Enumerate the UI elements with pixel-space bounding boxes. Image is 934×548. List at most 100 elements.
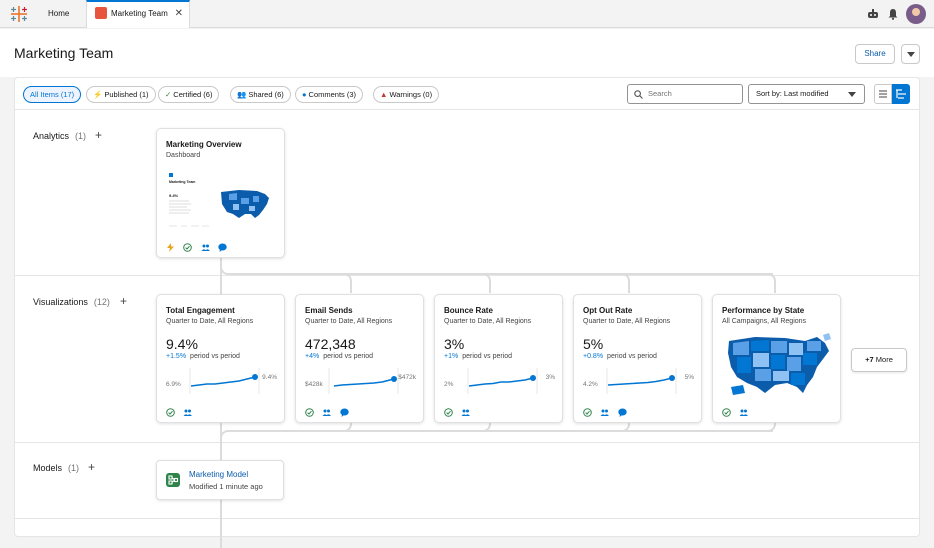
add-visualization-button[interactable]: + xyxy=(120,294,127,308)
kpi-delta: +1.5% period vs period xyxy=(166,353,240,360)
list-view-button[interactable] xyxy=(874,84,892,104)
model-card[interactable]: Marketing Model Modified 1 minute ago xyxy=(156,460,284,500)
section-title: Analytics xyxy=(33,131,70,141)
bolt-icon xyxy=(167,243,174,253)
lineage-connector xyxy=(228,430,773,432)
people-icon xyxy=(183,409,193,417)
kpi-card-total-engagement[interactable]: Total Engagement Quarter to Date, All Re… xyxy=(156,294,285,423)
thumbnail-logo-icon xyxy=(169,173,173,177)
lineage-view-button[interactable] xyxy=(892,84,910,104)
thumbnail-text-lines xyxy=(169,200,209,227)
filter-comments[interactable]: ● Comments (3) xyxy=(295,86,364,103)
sparkline-max-label: 3% xyxy=(545,374,555,381)
page-header: Marketing Team Share xyxy=(0,29,934,77)
filter-published[interactable]: ⚡ Published (1) xyxy=(86,86,156,103)
sparkline xyxy=(328,368,399,394)
card-subtitle: All Campaigns, All Regions xyxy=(722,318,807,325)
kpi-card-opt-out-rate[interactable]: Opt Out Rate Quarter to Date, All Region… xyxy=(573,294,702,423)
tab-home[interactable]: Home xyxy=(48,0,69,28)
map-card-performance-by-state[interactable]: Performance by State All Campaigns, All … xyxy=(712,294,841,423)
people-icon xyxy=(201,244,210,252)
filter-certified[interactable]: ✓ Certified (6) xyxy=(158,86,220,103)
card-title: Bounce Rate xyxy=(444,306,493,315)
avatar[interactable] xyxy=(906,4,926,24)
filter-label: All Items (17) xyxy=(30,90,75,99)
filter-warnings[interactable]: ▲ Warnings (0) xyxy=(373,86,440,103)
lineage-connector xyxy=(479,273,491,293)
model-name-link[interactable]: Marketing Model xyxy=(189,470,248,479)
sparkline xyxy=(189,368,260,394)
sparkline-min-label: 4.2% xyxy=(583,381,598,388)
sparkline-max-label: $472k xyxy=(398,374,416,381)
kpi-delta-value: +0.8% xyxy=(583,353,604,360)
card-status-icons xyxy=(722,404,752,418)
agent-icon[interactable] xyxy=(867,8,879,20)
check-circle-icon xyxy=(166,408,175,418)
card-subtitle: Quarter to Date, All Regions xyxy=(583,318,671,325)
filter-shared[interactable]: 👥 Shared (6) xyxy=(230,86,291,103)
list-icon xyxy=(879,90,887,98)
comment-icon xyxy=(618,408,627,418)
add-model-button[interactable]: + xyxy=(88,460,95,474)
kpi-delta: +4% period vs period xyxy=(305,353,373,360)
kpi-delta-label: period vs period xyxy=(607,353,657,360)
bolt-icon: ⚡ xyxy=(93,90,103,99)
filter-all-items[interactable]: All Items (17) xyxy=(23,86,82,103)
people-icon xyxy=(322,409,332,417)
card-subtitle: Dashboard xyxy=(166,152,201,159)
filter-label: Shared (6) xyxy=(248,90,284,99)
section-count: (1) xyxy=(68,463,80,473)
people-icon: 👥 xyxy=(237,90,247,99)
sparkline-max-label: 9.4% xyxy=(262,374,277,381)
sort-label: Sort by: Last modified xyxy=(756,89,829,98)
search-input[interactable]: Search xyxy=(627,84,743,104)
kpi-value: 9.4% xyxy=(166,336,198,352)
more-actions-button[interactable] xyxy=(901,44,920,64)
close-icon[interactable]: ✕ xyxy=(175,2,183,26)
card-title: Opt Out Rate xyxy=(583,306,633,315)
lineage-connector xyxy=(764,422,776,432)
add-analytics-button[interactable]: + xyxy=(95,128,102,142)
bell-icon[interactable] xyxy=(887,8,899,20)
card-subtitle: Quarter to Date, All Regions xyxy=(305,318,393,325)
kpi-delta-value: +1% xyxy=(444,353,459,360)
card-subtitle: Quarter to Date, All Regions xyxy=(444,318,532,325)
kpi-delta-value: +4% xyxy=(305,353,320,360)
dashboard-card[interactable]: Marketing Overview Dashboard Marketing T… xyxy=(156,128,285,258)
sparkline-min-label: 2% xyxy=(444,381,454,388)
kpi-card-bounce-rate[interactable]: Bounce Rate Quarter to Date, All Regions… xyxy=(434,294,563,423)
filter-label: Published (1) xyxy=(104,90,149,99)
filter-label: Warnings (0) xyxy=(389,90,433,99)
search-icon xyxy=(634,90,643,99)
more-visualizations-button[interactable]: +7 More xyxy=(851,348,907,372)
people-icon xyxy=(600,409,610,417)
share-button[interactable]: Share xyxy=(855,44,895,64)
section-models: Models (1) xyxy=(33,463,79,473)
us-choropleth-map xyxy=(728,333,831,395)
section-divider xyxy=(15,442,919,443)
sort-dropdown[interactable]: Sort by: Last modified xyxy=(748,84,865,104)
lineage-connector xyxy=(764,273,776,293)
lineage-connector xyxy=(618,273,630,293)
comment-icon: ● xyxy=(302,90,307,99)
section-divider xyxy=(15,518,919,519)
check-circle-icon xyxy=(183,243,193,253)
more-count: +7 xyxy=(865,355,874,364)
tab-marketing-team[interactable]: Marketing Team ✕ xyxy=(86,0,190,28)
lineage-connector xyxy=(340,273,352,293)
kpi-delta-label: period vs period xyxy=(323,353,374,360)
section-count: (1) xyxy=(75,131,87,141)
people-icon xyxy=(461,409,471,417)
app-tab-bar: Home Marketing Team ✕ xyxy=(0,0,934,28)
card-title: Marketing Overview xyxy=(166,140,242,149)
kpi-value: 472,348 xyxy=(305,336,356,352)
page-title: Marketing Team xyxy=(14,45,114,61)
kpi-card-email-sends[interactable]: Email Sends Quarter to Date, All Regions… xyxy=(295,294,424,423)
kpi-value: 5% xyxy=(583,336,604,352)
sparkline-max-label: 5% xyxy=(684,374,694,381)
us-map-thumbnail xyxy=(221,190,269,218)
check-circle-icon: ✓ xyxy=(165,90,172,99)
section-divider xyxy=(15,275,919,276)
thumbnail-value: 9.4% xyxy=(169,193,179,198)
tableau-logo-icon[interactable] xyxy=(10,5,28,23)
